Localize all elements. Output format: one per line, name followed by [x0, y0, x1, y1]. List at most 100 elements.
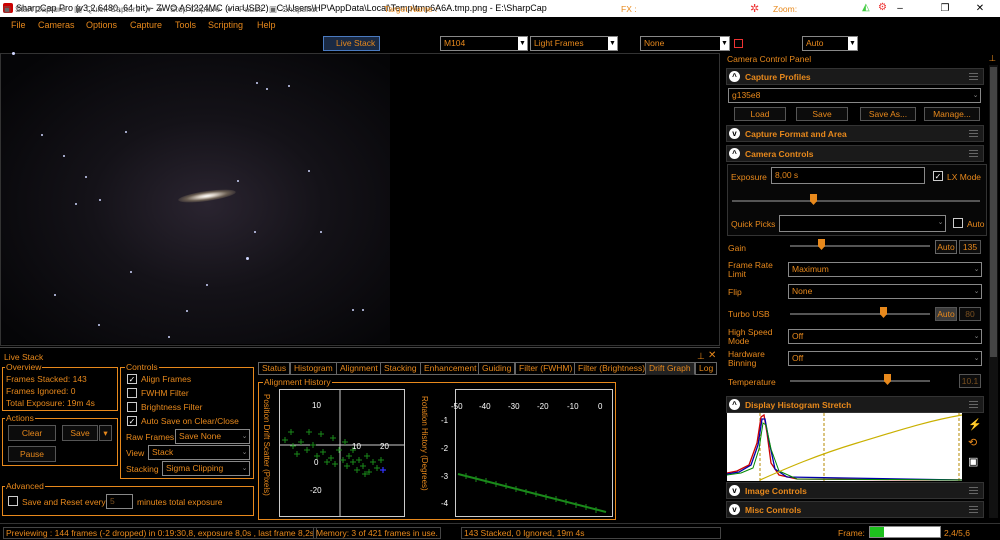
pin-icon[interactable]: ⊥	[697, 351, 705, 362]
rotation-x-tick: -30	[508, 402, 520, 411]
tab-histogram[interactable]: Histogram	[290, 362, 337, 375]
minutes-input[interactable]: 5	[106, 494, 133, 509]
save-icon[interactable]: ▣	[968, 455, 981, 468]
live-stack-button[interactable]: Live Stack	[323, 36, 380, 51]
save-profile-button[interactable]: Save	[796, 107, 848, 121]
save-reset-checkbox[interactable]	[8, 496, 18, 506]
tab-status[interactable]: Status	[258, 362, 291, 375]
quick-capture-button[interactable]: Quick Capture	[86, 4, 140, 14]
tab-log[interactable]: Log	[695, 362, 718, 375]
position-drift-axis-label: Position Drift Scatter (Pixels)	[262, 394, 271, 496]
tab-guiding[interactable]: Guiding	[478, 362, 516, 375]
lightning-icon[interactable]: ⚡	[968, 418, 982, 431]
section-title: Camera Controls	[745, 149, 814, 159]
view-select[interactable]: Stack ⌄	[148, 445, 250, 460]
section-capture-profiles[interactable]: ^ Capture Profiles	[726, 68, 984, 85]
save-dropdown-arrow-icon[interactable]: ▾	[99, 425, 112, 441]
clear-button[interactable]: Clear	[8, 425, 56, 441]
menu-options[interactable]: Options	[86, 20, 117, 30]
frame-rate-select[interactable]: Maximum ⌄	[788, 262, 982, 277]
tab-filter-fwhm[interactable]: Filter (FWHM)	[515, 362, 577, 375]
section-camera-controls[interactable]: ^ Camera Controls	[726, 145, 984, 162]
flip-select[interactable]: None ⌄	[788, 284, 982, 299]
high-speed-label: High Speed Mode	[728, 327, 773, 346]
frame-type-select[interactable]: Light Frames ▼	[530, 36, 618, 51]
brightness-filter-checkbox[interactable]	[127, 402, 137, 412]
pause-button[interactable]: Pause	[239, 4, 263, 14]
menu-tools[interactable]: Tools	[175, 20, 196, 30]
load-profile-button[interactable]: Load	[734, 107, 786, 121]
menu-file[interactable]: File	[11, 20, 26, 30]
tab-alignment[interactable]: Alignment	[336, 362, 382, 375]
quick-picks-select[interactable]: ⌄	[779, 215, 946, 232]
fx-select[interactable]: None ▼	[640, 36, 730, 51]
section-misc-controls[interactable]: v Misc Controls	[726, 501, 984, 518]
record-icon[interactable]	[734, 39, 743, 48]
align-frames-checkbox[interactable]: ✓	[127, 374, 137, 384]
high-speed-select[interactable]: Off ⌄	[788, 329, 982, 344]
pin-icon[interactable]: ⊥	[989, 53, 996, 64]
menu-icon[interactable]	[969, 150, 978, 157]
pause-stack-button[interactable]: Pause	[8, 446, 56, 462]
zoom-select[interactable]: Auto ▼	[802, 36, 858, 51]
settings-icon[interactable]: ⚙	[878, 2, 887, 13]
raw-frames-select[interactable]: Save None ⌄	[175, 429, 250, 444]
section-capture-format[interactable]: v Capture Format and Area	[726, 125, 984, 142]
tab-drift-graph[interactable]: Drift Graph	[645, 362, 695, 375]
menu-icon[interactable]	[969, 487, 978, 494]
temperature-slider	[790, 380, 930, 382]
histogram-icon[interactable]: ◭	[862, 2, 870, 13]
view-value: Stack	[152, 447, 174, 457]
save-button[interactable]: Save	[62, 425, 98, 441]
binning-select[interactable]: Off ⌄	[788, 351, 982, 366]
minutes-value: 5	[110, 496, 115, 506]
menu-icon[interactable]	[969, 401, 978, 408]
profile-select[interactable]: g135e8 ⌄	[728, 88, 981, 103]
menu-icon[interactable]	[969, 73, 978, 80]
save-as-profile-button[interactable]: Save As...	[860, 107, 916, 121]
snapshot-button[interactable]: Snapshot	[282, 4, 318, 14]
stop-capture-button[interactable]: Stop Capture	[170, 4, 220, 14]
close-button[interactable]: ✕	[960, 0, 1000, 17]
menu-help[interactable]: Help	[257, 20, 276, 30]
section-title: Display Histogram Stretch	[745, 400, 852, 410]
manage-profiles-button[interactable]: Manage...	[924, 107, 980, 121]
gain-slider[interactable]	[790, 245, 930, 247]
section-image-controls[interactable]: v Image Controls	[726, 482, 984, 499]
gain-auto-button[interactable]: Auto	[935, 240, 957, 254]
turbo-usb-slider[interactable]	[790, 313, 930, 315]
close-icon[interactable]: ✕	[708, 350, 716, 361]
overview-label: Overview	[5, 362, 43, 372]
turbo-usb-auto-button[interactable]: Auto	[935, 307, 957, 321]
menu-icon[interactable]	[969, 130, 978, 137]
section-histogram-stretch[interactable]: ^ Display Histogram Stretch	[726, 396, 984, 413]
tab-stacking[interactable]: Stacking	[380, 362, 421, 375]
rotation-x-tick: -40	[479, 402, 491, 411]
rotation-y-tick: -4	[441, 499, 449, 508]
pause-icon: ●	[227, 4, 233, 14]
menu-icon[interactable]	[969, 506, 978, 513]
exposure-input[interactable]: 8,00 s	[771, 167, 925, 184]
tab-filter-brightness[interactable]: Filter (Brightness)	[574, 362, 650, 375]
stacking-select[interactable]: Sigma Clipping ⌄	[162, 461, 250, 476]
panel-scrollbar-thumb[interactable]	[990, 67, 997, 357]
target-name-input[interactable]: M104 ▼	[440, 36, 528, 51]
fwhm-filter-checkbox[interactable]	[127, 388, 137, 398]
exposure-slider[interactable]	[732, 200, 980, 202]
auto-save-checkbox[interactable]: ✓	[127, 416, 137, 426]
turbo-usb-value[interactable]: 80	[959, 307, 981, 321]
menu-capture[interactable]: Capture	[130, 20, 162, 30]
tab-enhancement[interactable]: Enhancement	[420, 362, 481, 375]
fps-value: 2,4/5,6	[944, 528, 970, 538]
start-capture-button[interactable]: Start Capture	[15, 4, 66, 14]
menu-cameras[interactable]: Cameras	[38, 20, 75, 30]
lx-mode-checkbox[interactable]: ✓	[933, 171, 943, 181]
maximize-button[interactable]: ❐	[925, 0, 965, 17]
quick-picks-auto-checkbox[interactable]	[953, 218, 963, 228]
gain-value[interactable]: 135	[959, 240, 981, 254]
histogram-plot[interactable]	[726, 413, 963, 481]
reset-icon[interactable]: ⟲	[968, 436, 981, 449]
crosshair-icon[interactable]: ✲	[750, 2, 759, 15]
exposure-value: 8,00 s	[775, 170, 799, 180]
menu-scripting[interactable]: Scripting	[208, 20, 243, 30]
